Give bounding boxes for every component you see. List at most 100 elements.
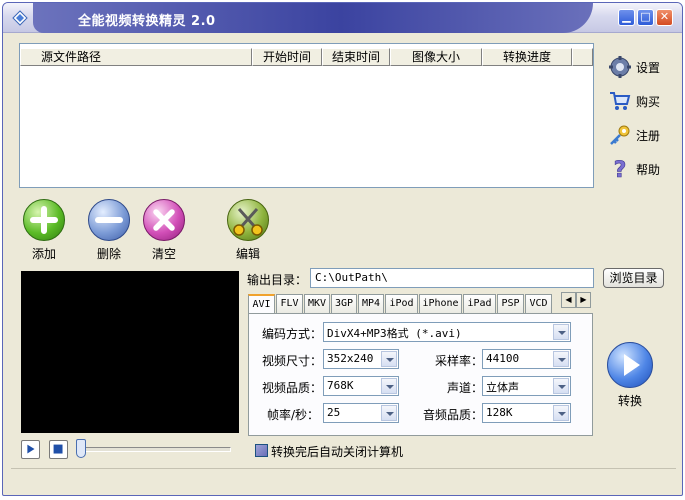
video-quality-label: 视频品质： [262,381,323,395]
column-start-time[interactable]: 开始时间 [252,48,322,66]
column-end-time[interactable]: 结束时间 [322,48,390,66]
plus-icon [23,199,65,241]
add-label: 添加 [31,247,56,261]
tab-3gp[interactable]: 3GP [331,294,357,314]
video-size-label: 视频尺寸： [262,354,323,368]
minus-icon [88,199,130,241]
chevron-down-icon[interactable] [553,351,569,367]
sample-rate-select[interactable]: 44100 [482,349,571,369]
chevron-down-icon[interactable] [553,378,569,394]
app-window: 全能视频转换精灵 2.0 ▁ □ ✕ 源文件路径 开始时间 结束时间 图像大小 … [2,2,683,496]
output-dir-label: 输出目录： [247,273,308,287]
app-logo-icon [12,10,28,26]
browse-button[interactable]: 浏览目录 [603,268,664,288]
edit-button[interactable]: 编辑 [227,199,269,262]
shutdown-label: 转换完后自动关闭计算机 [271,445,404,459]
audio-quality-value: 128K [486,406,513,419]
title-bar[interactable]: 全能视频转换精灵 2.0 ▁ □ ✕ [3,3,682,33]
buy-label: 购买 [636,94,661,109]
frame-rate-select[interactable]: 25 [323,403,399,423]
audio-quality-label: 音频品质： [423,408,484,422]
close-icon: ✕ [659,10,670,23]
tab-scroll-right[interactable]: ▶ [576,292,591,308]
clear-label: 清空 [151,247,176,261]
svg-text:?: ? [614,158,627,181]
play-icon [27,444,35,454]
video-size-value: 352x240 [327,352,374,365]
play-icon [607,342,653,388]
column-progress[interactable]: 转换进度 [482,48,572,66]
status-bar [11,468,676,490]
x-icon [143,199,185,241]
frame-rate-label: 帧率/秒： [267,408,320,422]
video-quality-select[interactable]: 768K [323,376,399,396]
column-image-size[interactable]: 图像大小 [390,48,482,66]
scissors-icon [227,199,269,241]
maximize-button[interactable]: □ [637,9,654,26]
settings-label: 设置 [636,60,661,75]
file-list-header: 源文件路径 开始时间 结束时间 图像大小 转换进度 [20,48,593,66]
tab-psp[interactable]: PSP [497,294,524,314]
seek-thumb[interactable] [76,439,86,458]
video-size-select[interactable]: 352x240 [323,349,399,369]
shopping-cart-icon [610,92,631,110]
arrow-left-icon: ◀ [565,295,572,304]
chevron-down-icon[interactable] [553,405,569,421]
chevron-down-icon[interactable] [553,324,569,340]
convert-button[interactable]: 转换 [607,342,653,409]
add-button[interactable]: 添加 [23,199,65,262]
format-tabs: AVI FLV MKV 3GP MP4 iPod iPhone iPad PSP… [248,294,553,315]
seek-bar[interactable] [79,447,231,452]
tab-mp4[interactable]: MP4 [358,294,384,314]
channel-select[interactable]: 立体声 [482,376,571,396]
chevron-down-icon[interactable] [381,405,397,421]
delete-label: 删除 [96,247,121,261]
sample-rate-label: 采样率： [435,354,484,368]
tab-vcd[interactable]: VCD [525,294,552,314]
tab-iphone[interactable]: iPhone [419,294,462,314]
audio-quality-select[interactable]: 128K [482,403,571,423]
stop-button[interactable] [49,440,68,459]
encoding-select[interactable]: DivX4+MP3格式 (*.avi) [323,322,571,342]
chevron-down-icon[interactable] [381,351,397,367]
help-icon: ? [613,158,627,181]
help-label: 帮助 [636,162,661,177]
column-filler [572,48,593,66]
help-button[interactable]: ? 帮助 [608,157,660,181]
tab-avi[interactable]: AVI [248,294,275,315]
clear-button[interactable]: 清空 [143,199,185,262]
tab-ipad[interactable]: iPad [463,294,496,314]
window-title: 全能视频转换精灵 2.0 [78,14,216,29]
convert-label: 转换 [617,394,642,408]
file-list[interactable]: 源文件路径 开始时间 结束时间 图像大小 转换进度 [19,43,594,188]
minimize-button[interactable]: ▁ [618,9,635,26]
channel-label: 声道： [447,381,484,395]
encoding-value: DivX4+MP3格式 (*.avi) [327,327,462,340]
close-button[interactable]: ✕ [656,9,673,26]
buy-button[interactable]: 购买 [608,89,660,113]
register-button[interactable]: 注册 [608,123,660,147]
settings-button[interactable]: 设置 [608,55,660,79]
stop-icon [53,444,63,454]
frame-rate-value: 25 [327,406,341,419]
key-icon [610,125,630,145]
tab-ipod[interactable]: iPod [385,294,418,314]
sample-rate-value: 44100 [486,352,520,365]
video-quality-value: 768K [327,379,354,392]
video-preview [21,271,239,433]
output-dir-input[interactable]: C:\OutPath\ [310,268,594,288]
tab-flv[interactable]: FLV [276,294,303,314]
tab-scroll-left[interactable]: ◀ [561,292,576,308]
column-source-path[interactable]: 源文件路径 [20,48,252,66]
maximize-icon: □ [640,10,651,23]
delete-button[interactable]: 删除 [88,199,130,262]
chevron-down-icon[interactable] [381,378,397,394]
tab-mkv[interactable]: MKV [304,294,330,314]
play-button[interactable] [21,440,40,459]
shutdown-checkbox[interactable] [255,444,268,457]
edit-label: 编辑 [235,247,260,261]
encoding-label: 编码方式： [262,327,323,341]
channel-value: 立体声 [486,381,519,394]
minimize-icon: ▁ [622,10,631,23]
arrow-right-icon: ▶ [580,295,587,304]
